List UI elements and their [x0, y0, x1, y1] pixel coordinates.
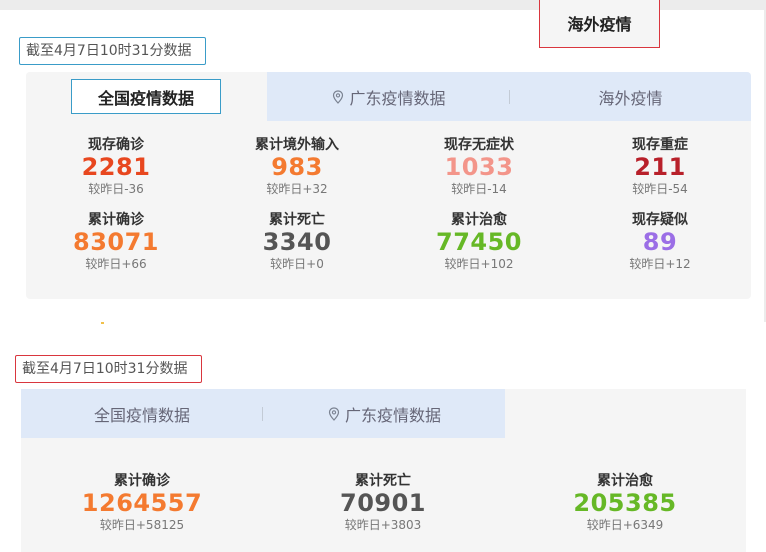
stat-overseas-confirmed: 累计确诊 1264557 较昨日+58125	[52, 473, 232, 533]
tab-label: 海外疫情	[567, 15, 632, 34]
tab-label: 广东疫情数据	[344, 405, 441, 425]
stat-value: 211	[634, 153, 686, 181]
active-tab-frame: 全国疫情数据	[71, 79, 221, 114]
stat-label: 现存无症状	[444, 137, 514, 153]
location-pin-icon	[328, 406, 340, 421]
stat-value: 2281	[81, 153, 151, 181]
tab-national-data[interactable]: 全国疫情数据	[26, 72, 267, 121]
stat-change: 较昨日-14	[451, 182, 507, 196]
stat-change: 较昨日-54	[632, 182, 688, 196]
tab-bar: 全国疫情数据 广东疫情数据	[21, 389, 746, 438]
data-date-label: 截至4月7日10时31分数据	[15, 355, 202, 383]
stat-label: 累计境外输入	[255, 137, 339, 153]
tab-bar: 全国疫情数据 广东疫情数据 海外疫情	[26, 72, 751, 121]
stat-change: 较昨日+3803	[344, 518, 422, 532]
stat-overseas-recovered: 累计治愈 205385 较昨日+6349	[535, 473, 715, 533]
stat-current-confirmed: 现存确诊 2281 较昨日-36	[26, 137, 206, 197]
stat-severe: 现存重症 211 较昨日-54	[570, 137, 750, 197]
stat-label: 现存疑似	[632, 212, 688, 228]
stat-label: 累计确诊	[114, 473, 170, 489]
overseas-stats-panel: 全国疫情数据 广东疫情数据 累计确诊 1264557 较昨日+58125 累计死…	[21, 389, 746, 552]
stat-label: 累计死亡	[355, 473, 411, 489]
tab-overseas[interactable]: 海外疫情	[510, 72, 751, 121]
stat-total-deaths: 累计死亡 3340 较昨日+0	[207, 212, 387, 272]
tab-label: 海外疫情	[598, 88, 663, 108]
stat-total-confirmed: 累计确诊 83071 较昨日+66	[26, 212, 206, 272]
decoration-dot	[101, 322, 104, 324]
stat-change: 较昨日+32	[266, 182, 328, 196]
stat-label: 现存确诊	[88, 137, 144, 153]
stat-total-recovered: 累计治愈 77450 较昨日+102	[389, 212, 569, 272]
stat-value: 89	[642, 228, 678, 256]
data-date-label: 截至4月7日10时31分数据	[19, 37, 206, 65]
stat-value: 83071	[73, 228, 159, 256]
stat-change: 较昨日-36	[88, 182, 144, 196]
tab-label: 广东疫情数据	[349, 88, 446, 108]
section-gap	[0, 322, 766, 342]
tab-overseas[interactable]	[505, 389, 746, 438]
stat-label: 累计治愈	[451, 212, 507, 228]
stat-label: 现存重症	[632, 137, 688, 153]
stat-value: 1264557	[81, 489, 203, 517]
stat-asymptomatic: 现存无症状 1033 较昨日-14	[389, 137, 569, 197]
stat-change: 较昨日+58125	[99, 518, 185, 532]
tab-national-data[interactable]: 全国疫情数据	[21, 389, 263, 438]
stat-value: 983	[271, 153, 323, 181]
stat-change: 较昨日+66	[85, 257, 147, 271]
stat-imported-total: 累计境外输入 983 较昨日+32	[207, 137, 387, 197]
stat-value: 77450	[436, 228, 522, 256]
stat-change: 较昨日+102	[444, 257, 514, 271]
tab-guangdong-data[interactable]: 广东疫情数据	[263, 389, 505, 438]
stat-change: 较昨日+12	[629, 257, 691, 271]
active-tab-frame[interactable]: 海外疫情	[539, 0, 660, 48]
stat-overseas-deaths: 累计死亡 70901 较昨日+3803	[293, 473, 473, 533]
stat-label: 累计死亡	[269, 212, 325, 228]
stat-label: 累计确诊	[88, 212, 144, 228]
stat-value: 70901	[340, 489, 426, 517]
tab-label: 全国疫情数据	[93, 405, 190, 425]
stat-label: 累计治愈	[597, 473, 653, 489]
tab-guangdong-data[interactable]: 广东疫情数据	[267, 72, 510, 121]
tab-label: 全国疫情数据	[97, 88, 194, 108]
stat-value: 3340	[262, 228, 332, 256]
stat-value: 205385	[573, 489, 677, 517]
stat-value: 1033	[444, 153, 514, 181]
location-pin-icon	[333, 89, 344, 104]
stat-change: 较昨日+0	[270, 257, 324, 271]
stat-suspected: 现存疑似 89 较昨日+12	[570, 212, 750, 272]
stat-change: 较昨日+6349	[586, 518, 664, 532]
domestic-stats-panel: 全国疫情数据 广东疫情数据 海外疫情 现存确诊 2281 较昨日-36 累计境外…	[26, 72, 751, 299]
